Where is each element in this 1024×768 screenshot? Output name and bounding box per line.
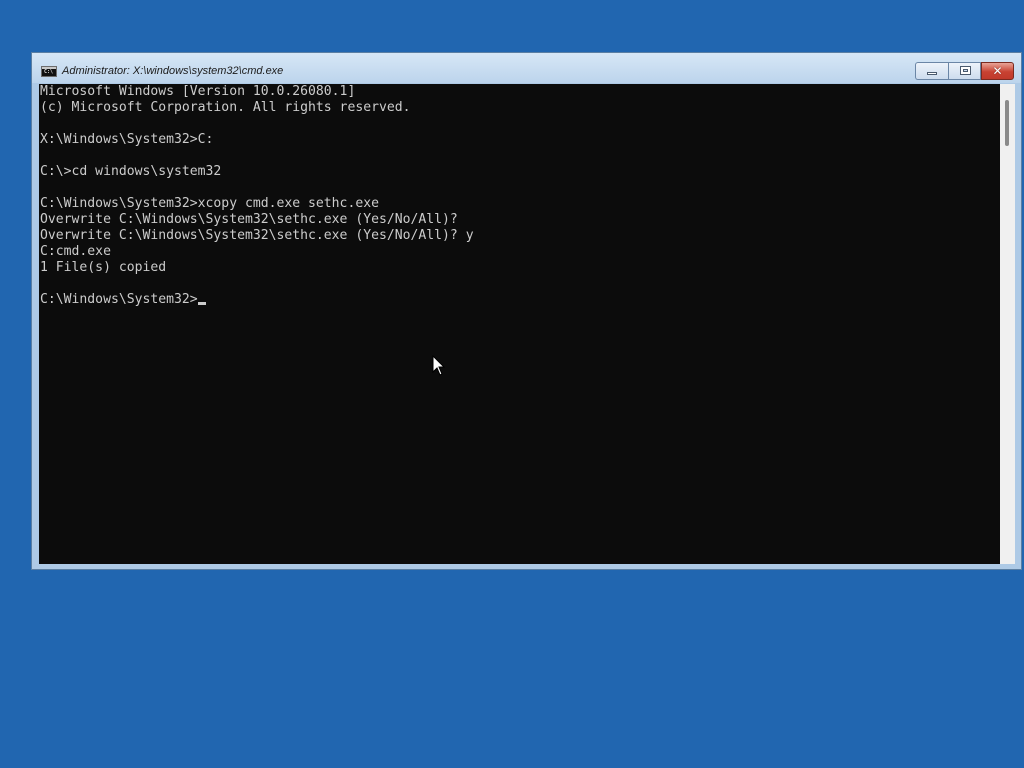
maximize-icon [960, 66, 971, 75]
console-line: (c) Microsoft Corporation. All rights re… [40, 100, 411, 115]
console-line: Microsoft Windows [Version 10.0.26080.1] [40, 84, 356, 99]
vertical-scrollbar[interactable] [1000, 84, 1015, 564]
title-bar[interactable]: C:\ Administrator: X:\windows\system32\c… [32, 53, 1021, 83]
console-line: Overwrite C:\Windows\System32\sethc.exe … [40, 212, 458, 227]
desktop: { "window": { "title": "Administrator: X… [0, 0, 1024, 768]
command-prompt: C:\Windows\System32> [40, 292, 198, 307]
minimize-button[interactable] [915, 62, 948, 80]
cmd-window[interactable]: C:\ Administrator: X:\windows\system32\c… [31, 52, 1022, 570]
mouse-pointer-icon [432, 355, 446, 376]
console-line: C:\Windows\System32>xcopy cmd.exe sethc.… [40, 196, 379, 211]
console-line: Overwrite C:\Windows\System32\sethc.exe … [40, 228, 474, 243]
caption-buttons: ✕ [915, 62, 1014, 81]
close-icon: ✕ [992, 64, 1003, 78]
text-cursor [197, 302, 206, 305]
close-button[interactable]: ✕ [981, 62, 1014, 80]
minimize-icon [927, 72, 937, 75]
scrollbar-thumb[interactable] [1005, 100, 1009, 146]
cmd-icon-text: C:\ [44, 69, 54, 75]
console-line: C:\>cd windows\system32 [40, 164, 222, 179]
console-line: C:cmd.exe [40, 244, 111, 259]
prompt-line[interactable]: C:\Windows\System32> [39, 292, 1000, 308]
console-line: X:\Windows\System32>C: [40, 132, 214, 147]
console-line: 1 File(s) copied [40, 260, 167, 275]
maximize-button[interactable] [948, 62, 981, 80]
cmd-icon[interactable]: C:\ [41, 66, 57, 77]
window-title: Administrator: X:\windows\system32\cmd.e… [62, 65, 284, 77]
console-output[interactable]: Microsoft Windows [Version 10.0.26080.1]… [39, 84, 1000, 564]
